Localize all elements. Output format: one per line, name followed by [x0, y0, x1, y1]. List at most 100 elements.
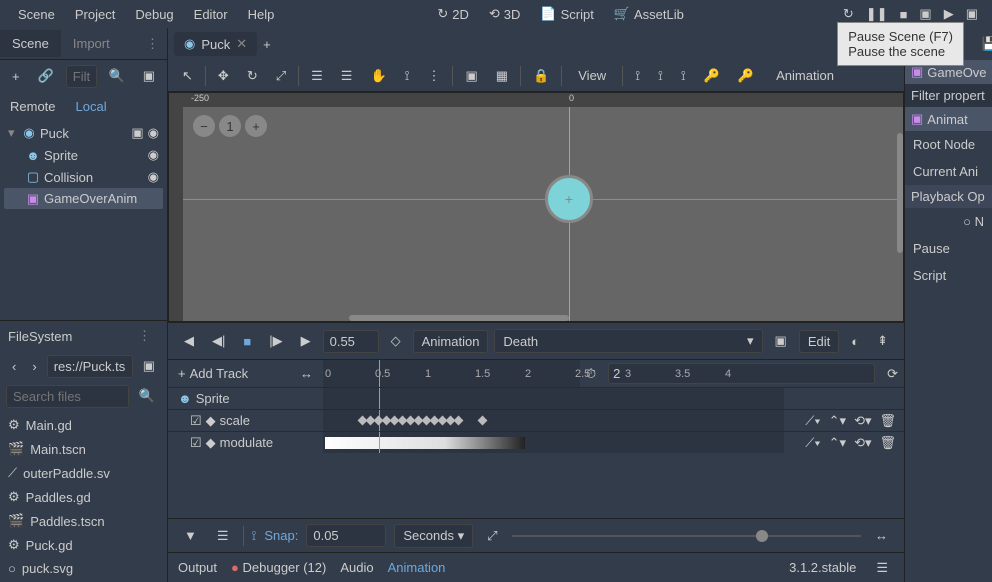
close-tab-button[interactable]: ✕: [236, 36, 247, 52]
check-icon[interactable]: ☑: [190, 435, 202, 451]
seconds-dropdown[interactable]: Seconds ▾: [394, 524, 473, 548]
inspector-pause[interactable]: Pause: [905, 235, 992, 262]
anim-play-button[interactable]: |▶: [263, 329, 288, 353]
bone-icon[interactable]: ⟟: [629, 64, 646, 88]
slider-thumb[interactable]: [756, 530, 768, 542]
animation-side-label[interactable]: Animation: [766, 64, 844, 87]
resize-icon[interactable]: ↔: [869, 524, 894, 547]
visibility-icon[interactable]: ◉: [148, 147, 159, 163]
rotate-tool[interactable]: ↻: [241, 64, 264, 88]
inspector-section-anim[interactable]: ▣Animat: [905, 107, 992, 131]
mode-3d[interactable]: ⟲ 3D: [479, 2, 531, 26]
inspector-current-ani[interactable]: Current Ani: [905, 158, 992, 185]
mode-assetlib[interactable]: 🛒 AssetLib: [604, 2, 694, 26]
nav-back-button[interactable]: ‹: [6, 355, 22, 378]
add-node-button[interactable]: +: [6, 65, 26, 88]
scale-tool[interactable]: ⤢: [270, 64, 292, 88]
anim-next-button[interactable]: ▶: [295, 329, 317, 353]
subtab-local[interactable]: Local: [76, 99, 107, 114]
fs-item[interactable]: ⟋outerPaddle.sv: [2, 461, 165, 485]
inspector-playback[interactable]: Playback Op: [905, 185, 992, 208]
fs-item[interactable]: 🎬Main.tscn: [2, 437, 165, 461]
timeline-ruler[interactable]: 0 0.5 1 1.5 2 2.5 3 3.5 4: [323, 360, 580, 387]
viewport-scrollbar-v[interactable]: [897, 133, 903, 253]
tree-node-collision[interactable]: ▢ Collision ◉: [4, 166, 163, 188]
visibility-icon[interactable]: ◉: [148, 125, 159, 141]
search-icon[interactable]: 🔍: [103, 64, 131, 88]
menu-scene[interactable]: Scene: [8, 3, 65, 26]
zoom-in-button[interactable]: +: [245, 115, 267, 137]
interp-icon[interactable]: ⟋▾: [805, 435, 820, 451]
fs-item[interactable]: 🎬Paddles.tscn: [2, 509, 165, 533]
snap-toggle[interactable]: ▣: [459, 64, 483, 88]
wrap-icon[interactable]: ⌃▾: [829, 413, 846, 429]
snap-input[interactable]: [306, 524, 386, 547]
tree-node-puck[interactable]: ▾ ◉ Puck ▣◉: [4, 122, 163, 144]
tree-node-sprite[interactable]: ☻ Sprite ◉: [4, 144, 163, 166]
tab-scene[interactable]: Scene: [0, 30, 61, 57]
key2-icon[interactable]: 🔑: [732, 64, 760, 88]
delete-icon[interactable]: 🗑: [879, 435, 896, 451]
bone3-icon[interactable]: ⟟: [675, 64, 692, 88]
save-resource-button[interactable]: 💾: [975, 32, 992, 56]
mode-script[interactable]: 📄 Script: [530, 2, 603, 26]
inspector-script[interactable]: Script: [905, 262, 992, 289]
loop-icon[interactable]: ⟲▾: [854, 413, 871, 429]
fs-item[interactable]: ⚙Main.gd: [2, 413, 165, 437]
anim-time-input[interactable]: [323, 330, 379, 353]
search-icon[interactable]: 🔍: [133, 384, 161, 408]
menu-debug[interactable]: Debug: [125, 3, 183, 26]
puck-sprite[interactable]: [545, 175, 593, 223]
key-icon[interactable]: 🔑: [698, 64, 726, 88]
add-track-button[interactable]: + Add Track ↔: [168, 362, 323, 385]
scene-tab-puck[interactable]: ◉ Puck ✕: [174, 32, 257, 56]
more-icon[interactable]: ⋮: [421, 64, 446, 88]
subtab-remote[interactable]: Remote: [10, 99, 56, 114]
interp-icon[interactable]: ⟋▾: [805, 413, 820, 429]
panel-menu-icon[interactable]: ⋮: [138, 32, 167, 56]
grid-snap-toggle[interactable]: ▦: [490, 64, 514, 88]
wrap-icon[interactable]: ⌃▾: [829, 435, 846, 451]
fs-path[interactable]: res://Puck.ts: [47, 355, 133, 378]
mode-2d[interactable]: ↻ 2D: [427, 2, 479, 26]
fs-item[interactable]: ⚙Paddles.gd: [2, 485, 165, 509]
anim-prev-button[interactable]: ◀|: [206, 329, 231, 353]
status-audio[interactable]: Audio: [340, 560, 373, 575]
fs-menu-icon[interactable]: ⋮: [130, 324, 159, 348]
pan-tool[interactable]: ✋: [364, 64, 392, 88]
viewport-2d[interactable]: -250 0 − 1 +: [168, 92, 904, 322]
autoplay-button[interactable]: ▣: [769, 329, 793, 353]
move-tool[interactable]: ✥: [212, 64, 235, 88]
select-tool[interactable]: ↖: [176, 64, 199, 88]
viewport-scrollbar-h[interactable]: [349, 315, 569, 321]
inspector-n[interactable]: ○ N: [905, 208, 992, 235]
loop-button[interactable]: ⟳: [881, 362, 904, 386]
edit-menu[interactable]: Edit: [799, 330, 839, 353]
animation-menu[interactable]: Animation: [413, 330, 489, 353]
status-animation[interactable]: Animation: [388, 560, 446, 575]
ruler-tool[interactable]: ⟟: [399, 64, 416, 88]
fs-search-input[interactable]: [6, 385, 129, 408]
tree-node-gameoveranim[interactable]: ▣ GameOverAnim: [4, 188, 163, 209]
tab-import[interactable]: Import: [61, 30, 122, 57]
view-menu[interactable]: View: [568, 64, 616, 87]
resize-icon[interactable]: ↔: [300, 366, 313, 381]
menu-editor[interactable]: Editor: [184, 3, 238, 26]
add-script-button[interactable]: ▣: [137, 64, 161, 88]
filter-nodes-input[interactable]: [66, 65, 97, 88]
folder-icon[interactable]: ▣: [137, 354, 161, 378]
zoom-slider[interactable]: [512, 535, 862, 537]
fs-item[interactable]: ○puck.svg: [2, 557, 165, 580]
check-icon[interactable]: ☑: [190, 413, 202, 429]
list-icon[interactable]: ☰: [211, 524, 235, 548]
visibility-icon[interactable]: ◉: [148, 169, 159, 185]
fs-item[interactable]: ⚙Puck.gd: [2, 533, 165, 557]
menu-help[interactable]: Help: [238, 3, 285, 26]
filter-icon[interactable]: ▼: [178, 524, 203, 547]
bone2-icon[interactable]: ⟟: [652, 64, 669, 88]
anim-stop-button[interactable]: ■: [237, 330, 257, 353]
lock-icon[interactable]: 🔒: [527, 64, 555, 88]
zoom-fit-icon[interactable]: ⤢: [481, 524, 503, 548]
animation-select[interactable]: Death ▾: [494, 329, 762, 353]
onion-icon[interactable]: ◐: [845, 330, 865, 353]
